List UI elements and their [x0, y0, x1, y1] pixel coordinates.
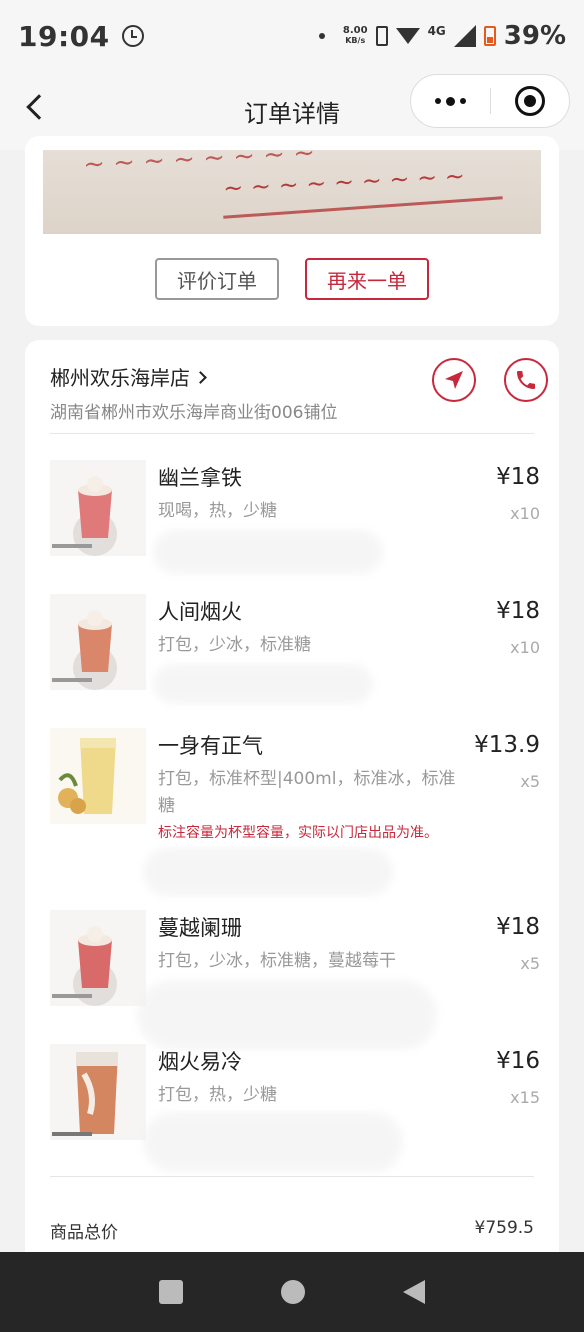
net-speed-unit: KB/s	[345, 36, 366, 45]
signal-icon	[453, 25, 476, 47]
navigation-arrow-icon	[445, 371, 463, 389]
item-qty: x5	[520, 954, 540, 973]
net-speed-value: 8.00	[342, 25, 368, 36]
page-title: 订单详情	[244, 99, 340, 128]
home-icon[interactable]	[281, 1280, 305, 1304]
system-nav-bar	[0, 1252, 584, 1332]
item-spec: 现喝，热，少糖	[158, 501, 277, 521]
navigate-button[interactable]	[432, 358, 476, 402]
item-qty: x15	[510, 1088, 540, 1107]
calligraphy-banner-image: ~ ~ ~ ~ ~ ~ ~ ~ ~ ~ ~ ~ ~ ~ ~ ~ ~	[43, 150, 541, 234]
recent-apps-icon[interactable]	[159, 1280, 183, 1304]
store-address: 湖南省郴州市欢乐海岸商业街006铺位	[50, 403, 338, 423]
alarm-clock-icon	[121, 25, 144, 47]
wifi-icon	[395, 28, 420, 44]
item-qty: x10	[510, 638, 540, 657]
item-spec: 打包，少冰，标准糖	[158, 635, 311, 655]
divider	[50, 433, 534, 434]
chevron-right-icon	[194, 371, 207, 384]
close-miniprogram-icon[interactable]	[491, 86, 570, 116]
item-capacity-note: 标注容量为杯型容量，实际以门店出品为准。	[158, 825, 438, 841]
more-icon[interactable]	[411, 96, 490, 106]
redacted-area	[153, 530, 383, 574]
item-name: 人间烟火	[158, 600, 242, 624]
order-item[interactable]: 一身有正气 打包，标准杯型|400ml，标准冰，标准糖 标注容量为杯型容量，实际…	[50, 728, 540, 858]
item-price: ¥16	[496, 1048, 540, 1074]
status-time: 19:04	[18, 19, 110, 53]
item-name: 幽兰拿铁	[158, 466, 242, 490]
phone-icon	[517, 371, 535, 389]
item-price: ¥18	[496, 914, 540, 940]
redacted-area	[153, 664, 373, 704]
reorder-button[interactable]: 再来一单	[305, 258, 429, 300]
item-name: 蔓越阑珊	[158, 916, 242, 940]
latte-drink-icon	[50, 460, 146, 556]
item-qty: x5	[520, 772, 540, 791]
item-price: ¥18	[496, 598, 540, 624]
item-qty: x10	[510, 504, 540, 523]
call-button[interactable]	[504, 358, 548, 402]
item-price: ¥18	[496, 464, 540, 490]
total-price-label: 商品总价	[50, 1223, 118, 1243]
fruit-tea-icon	[50, 728, 146, 824]
system-back-icon[interactable]	[403, 1280, 425, 1304]
order-detail-card: 郴州欢乐海岸店 湖南省郴州市欢乐海岸商业街006铺位 幽兰拿铁 现喝，热，少糖 …	[25, 340, 559, 1260]
sim-card-icon	[375, 26, 388, 46]
item-name: 烟火易冷	[158, 1050, 242, 1074]
tea-drink-icon	[50, 594, 146, 690]
store-name: 郴州欢乐海岸店	[50, 366, 190, 390]
notification-dot-icon	[318, 33, 325, 39]
item-spec: 打包，热，少糖	[158, 1085, 277, 1105]
back-icon[interactable]	[26, 94, 52, 120]
milk-tea-icon	[50, 1044, 146, 1140]
status-indicators: 8.00 KB/s 4G 39%	[318, 21, 566, 51]
status-bar: 19:04 8.00 KB/s 4G 39%	[0, 0, 584, 72]
order-action-card: ~ ~ ~ ~ ~ ~ ~ ~ ~ ~ ~ ~ ~ ~ ~ ~ ~ 评价订单 再…	[25, 136, 559, 326]
battery-percent: 39%	[503, 21, 566, 51]
divider	[50, 1176, 534, 1177]
net-speed: 8.00 KB/s	[343, 26, 368, 46]
miniprogram-capsule	[410, 74, 570, 128]
cranberry-drink-icon	[50, 910, 146, 1006]
item-spec: 打包，标准杯型|400ml，标准冰，标准糖	[158, 769, 456, 816]
redacted-area	[143, 1112, 403, 1172]
network-type: 4G	[427, 24, 446, 38]
item-spec: 打包，少冰，标准糖，蔓越莓干	[158, 951, 396, 971]
redacted-area	[143, 848, 393, 896]
redacted-area	[137, 980, 437, 1050]
review-order-button[interactable]: 评价订单	[155, 258, 279, 300]
total-price-value: ¥759.5	[474, 1218, 534, 1238]
item-name: 一身有正气	[158, 734, 263, 758]
item-price: ¥13.9	[474, 732, 540, 758]
store-name-link[interactable]: 郴州欢乐海岸店	[50, 362, 207, 391]
battery-icon	[483, 26, 496, 46]
